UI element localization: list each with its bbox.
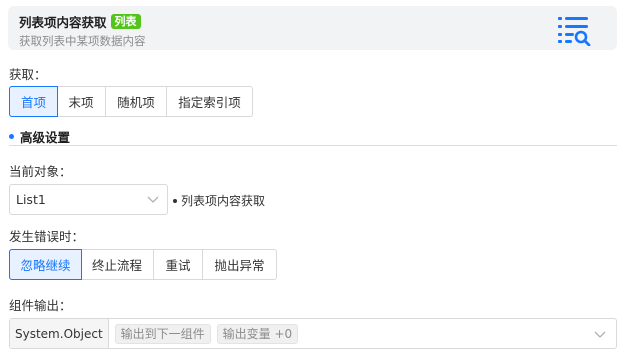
section-divider — [9, 145, 617, 146]
fetch-label: 获取： — [9, 67, 47, 82]
chevron-down-icon — [147, 196, 159, 203]
on-error-option-stop[interactable]: 终止流程 — [81, 250, 154, 279]
component-description: 获取列表中某项数据内容 — [19, 34, 146, 48]
current-object-label: 当前对象： — [9, 164, 72, 179]
advanced-settings-header[interactable]: 高级设置 — [9, 127, 70, 146]
fetch-option-random[interactable]: 随机项 — [106, 87, 167, 116]
fetch-segmented-control: 首项 末项 随机项 指定索引项 — [9, 86, 253, 117]
hint-bullet-icon — [173, 198, 177, 203]
on-error-label: 发生错误时： — [9, 229, 85, 244]
on-error-segmented-control: 忽略继续 终止流程 重试 抛出异常 — [9, 249, 277, 280]
current-object-select[interactable]: List1 — [9, 184, 168, 215]
fetch-option-last[interactable]: 末项 — [57, 87, 106, 116]
output-chip-variable[interactable]: 输出变量 +0 — [216, 323, 299, 344]
component-header: 列表项内容获取 列表 获取列表中某项数据内容 — [8, 6, 617, 50]
output-label: 组件输出： — [9, 298, 72, 313]
advanced-settings-title: 高级设置 — [20, 130, 71, 145]
output-chip-next-component[interactable]: 输出到下一组件 — [114, 323, 211, 344]
chevron-down-icon — [594, 331, 606, 338]
current-object-hint-text: 列表项内容获取 — [181, 194, 266, 208]
fetch-option-index[interactable]: 指定索引项 — [167, 87, 252, 116]
current-object-hint: 列表项内容获取 — [173, 192, 265, 209]
section-bullet-icon — [9, 134, 14, 139]
list-search-icon — [558, 17, 591, 46]
on-error-option-retry[interactable]: 重试 — [154, 250, 203, 279]
output-select[interactable]: System.Object 输出到下一组件 输出变量 +0 — [9, 318, 617, 349]
component-title-text: 列表项内容获取 — [19, 15, 107, 30]
fetch-option-first[interactable]: 首项 — [9, 86, 58, 117]
current-object-value: List1 — [16, 192, 46, 207]
on-error-option-throw[interactable]: 抛出异常 — [203, 250, 276, 279]
component-title: 列表项内容获取 列表 — [19, 12, 141, 31]
on-error-option-ignore[interactable]: 忽略继续 — [9, 249, 82, 280]
category-tag: 列表 — [110, 14, 141, 29]
output-type: System.Object — [10, 319, 109, 348]
